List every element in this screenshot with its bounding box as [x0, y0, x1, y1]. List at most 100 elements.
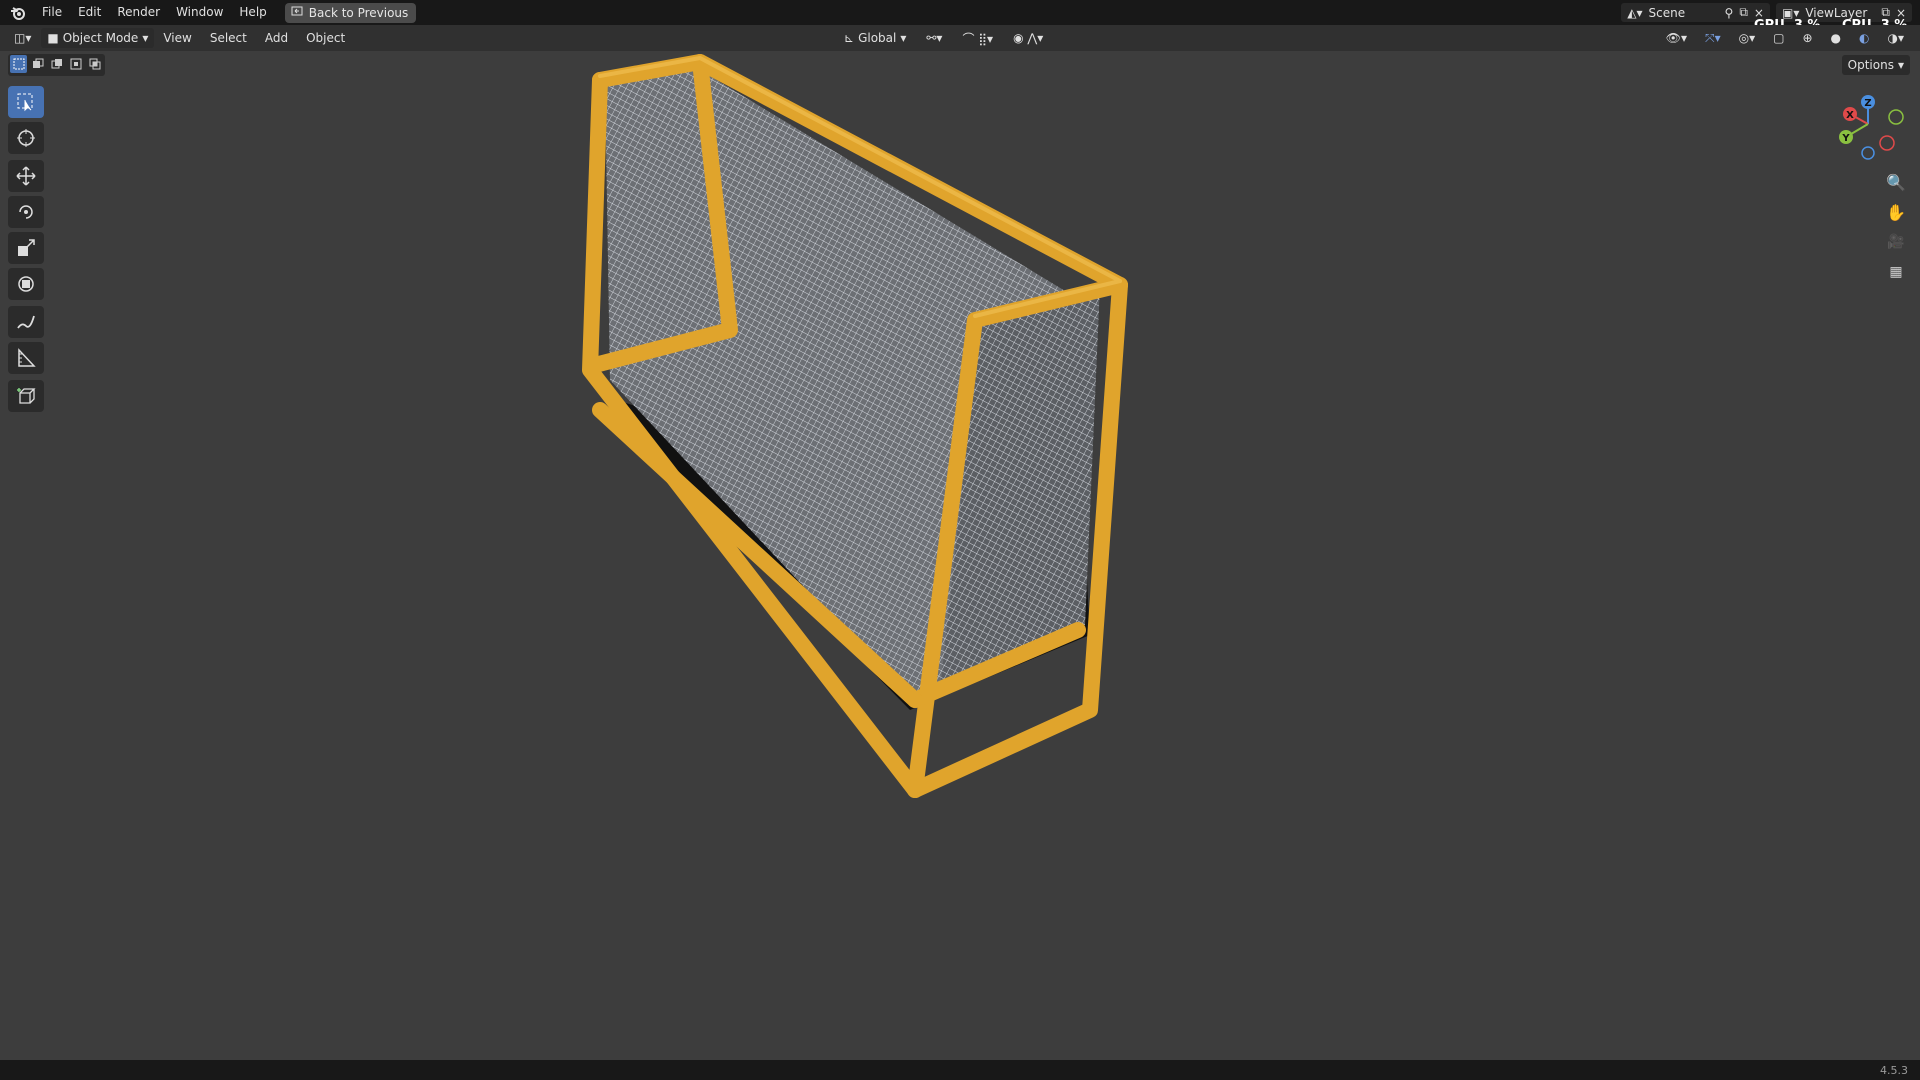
- snap-toggle[interactable]: ⌒ ⣿▾: [956, 28, 999, 48]
- shading-material[interactable]: ◐: [1853, 28, 1875, 48]
- viewport-editor-icon: ◫▾: [14, 31, 32, 45]
- material-sphere-icon: ◐: [1859, 31, 1870, 45]
- orientation-selector[interactable]: ⊾ Global ▾: [838, 28, 912, 48]
- solid-sphere-icon: ●: [1830, 31, 1842, 45]
- menu-edit[interactable]: Edit: [70, 0, 109, 25]
- transform-icon: [18, 276, 34, 292]
- goal-net: [605, 70, 1080, 700]
- zoom-icon: 🔍: [1886, 172, 1906, 192]
- version-label: 4.5.3: [1880, 1064, 1908, 1077]
- menu-select[interactable]: Select: [201, 31, 256, 45]
- gizmo-y-label: Y: [1841, 133, 1850, 144]
- transform-tool[interactable]: [8, 268, 44, 300]
- grid-icon: ▦: [1889, 264, 1903, 280]
- move-tool[interactable]: [8, 160, 44, 192]
- scene-selector[interactable]: ◭▾ Scene ⚲ ⧉ ×: [1621, 3, 1770, 22]
- move-icon: [16, 166, 36, 186]
- gizmo-z-label: Z: [1864, 98, 1871, 109]
- options-label: Options: [1847, 58, 1894, 72]
- select-box-icon: [17, 93, 33, 112]
- selection-mode-group: [8, 54, 105, 76]
- scale-tool[interactable]: [8, 232, 44, 264]
- chevron-down-icon: ▾: [142, 31, 149, 45]
- select-new-icon[interactable]: [10, 55, 27, 73]
- menu-object[interactable]: Object: [297, 31, 354, 45]
- select-extend-icon[interactable]: [29, 55, 46, 73]
- gizmo-toggle[interactable]: ⤧▾: [1699, 28, 1727, 48]
- mode-label: Object Mode: [62, 31, 139, 45]
- top-menu-bar: File Edit Render Window Help Back to Pre…: [0, 0, 1920, 25]
- xray-toggle[interactable]: ▢: [1767, 28, 1790, 48]
- xray-icon: ▢: [1773, 31, 1785, 45]
- cursor-tool[interactable]: [8, 122, 44, 154]
- camera-view-button[interactable]: 🎥: [1882, 228, 1910, 256]
- pin-icon[interactable]: ⚲: [1725, 6, 1734, 20]
- gizmo-icon: ⤧▾: [1705, 30, 1721, 45]
- gizmo-neg-y-axis[interactable]: [1888, 109, 1904, 125]
- viewport-display-tools: 👁▾ ⤧▾ ◎▾ ▢ ⊕ ● ◐ ◑▾: [1660, 28, 1910, 48]
- select-invert-icon[interactable]: [67, 55, 84, 73]
- viewport-3d-object: [582, 54, 1128, 798]
- status-bar: 4.5.3: [0, 1060, 1920, 1080]
- goal-frame: [582, 54, 1128, 798]
- orientation-label: Global: [858, 31, 897, 45]
- menu-help[interactable]: Help: [231, 0, 274, 25]
- goal-net-back: [605, 70, 1080, 700]
- new-scene-icon[interactable]: ⧉: [1739, 5, 1748, 20]
- annotate-tool[interactable]: [8, 306, 44, 338]
- tool-shelf: [8, 86, 48, 416]
- menu-add[interactable]: Add: [256, 31, 297, 45]
- rendered-sphere-icon: ◑▾: [1887, 31, 1905, 45]
- gizmo-neg-z-axis[interactable]: [1861, 146, 1875, 160]
- zoom-button[interactable]: 🔍: [1882, 168, 1910, 196]
- gizmo-neg-x-axis[interactable]: [1879, 135, 1895, 151]
- chevron-down-icon: ▾: [1897, 58, 1904, 72]
- options-dropdown[interactable]: Options ▾: [1841, 55, 1910, 75]
- add-cube-tool[interactable]: [8, 380, 44, 412]
- ortho-toggle-button[interactable]: ▦: [1882, 258, 1910, 286]
- snap-icon: ⌒ ⣿▾: [962, 31, 994, 46]
- select-subtract-icon[interactable]: [48, 55, 65, 73]
- visibility-selector[interactable]: 👁▾: [1660, 28, 1693, 48]
- cursor-icon: [17, 129, 35, 147]
- back-to-previous-button[interactable]: Back to Previous: [284, 2, 417, 23]
- measure-icon: [18, 348, 36, 367]
- back-to-previous-label: Back to Previous: [308, 5, 409, 20]
- orientation-icon: ⊾: [844, 31, 855, 45]
- transform-tools: ⊾ Global ▾ ⚯▾ ⌒ ⣿▾ ◉ ⋀▾: [838, 28, 1049, 48]
- goal-net-side: [940, 285, 1100, 690]
- shading-rendered[interactable]: ◑▾: [1882, 28, 1911, 48]
- viewport-header: ◫▾ ■ Object Mode ▾ View Select Add Objec…: [0, 25, 1920, 51]
- wireframe-sphere-icon: ⊕: [1802, 31, 1813, 45]
- camera-icon: 🎥: [1887, 234, 1905, 250]
- rotate-icon: [19, 205, 33, 219]
- proportional-edit-toggle[interactable]: ◉ ⋀▾: [1007, 28, 1049, 48]
- pivot-selector[interactable]: ⚯▾: [920, 28, 948, 48]
- overlays-icon: ◎▾: [1738, 31, 1756, 45]
- add-cube-icon: [17, 388, 36, 404]
- chevron-down-icon: ▾: [900, 31, 907, 45]
- goal-opening: [600, 395, 1090, 710]
- shading-solid[interactable]: ●: [1825, 28, 1847, 48]
- menu-window[interactable]: Window: [168, 0, 231, 25]
- shading-wireframe[interactable]: ⊕: [1796, 28, 1818, 48]
- pan-button[interactable]: ✋: [1882, 198, 1910, 226]
- overlays-toggle[interactable]: ◎▾: [1733, 28, 1762, 48]
- menu-render[interactable]: Render: [109, 0, 168, 25]
- menu-file[interactable]: File: [34, 0, 70, 25]
- select-box-tool[interactable]: [8, 86, 44, 118]
- scale-icon: [18, 239, 35, 256]
- blender-logo-icon[interactable]: [8, 3, 28, 23]
- navigation-gizmo[interactable]: Z X Y: [1830, 90, 1910, 165]
- mode-selector[interactable]: ■ Object Mode ▾: [41, 28, 155, 48]
- select-intersect-icon[interactable]: [86, 55, 103, 73]
- menu-view[interactable]: View: [154, 31, 200, 45]
- editor-type-button[interactable]: ◫▾: [8, 28, 37, 48]
- pivot-icon: ⚯▾: [926, 31, 943, 45]
- eye-icon: 👁▾: [1665, 31, 1687, 45]
- measure-tool[interactable]: [8, 342, 44, 374]
- scene-name: Scene: [1648, 5, 1686, 20]
- rotate-tool[interactable]: [8, 196, 44, 228]
- back-icon: [291, 5, 303, 20]
- hand-icon: ✋: [1886, 202, 1906, 222]
